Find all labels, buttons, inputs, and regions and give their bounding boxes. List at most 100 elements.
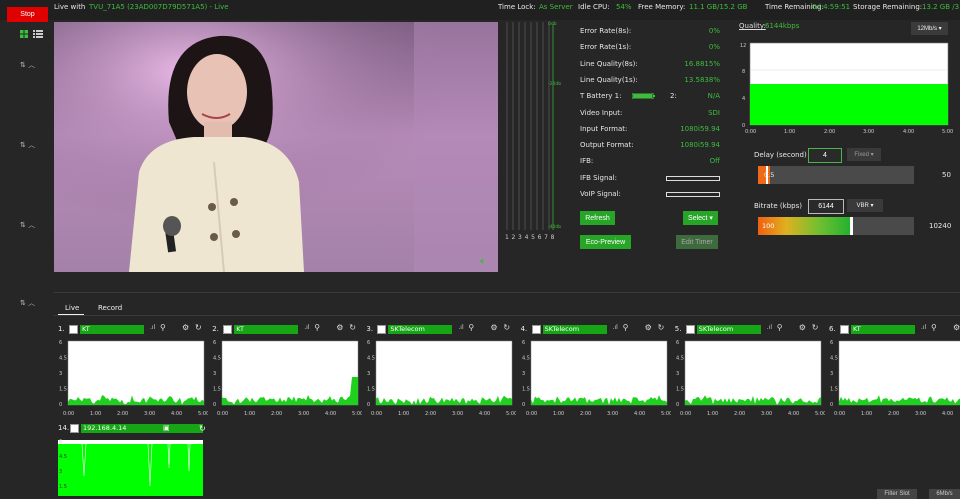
delay-mode-dropdown[interactable]: Fixed ▾ — [847, 148, 881, 161]
gear-icon[interactable]: ⚙ — [336, 323, 343, 332]
slot-checkbox[interactable] — [840, 325, 849, 334]
gear-icon[interactable]: ⚙ — [490, 323, 497, 332]
slot-checkbox[interactable] — [377, 325, 387, 334]
stat-extra: 2: — [670, 92, 677, 101]
refresh-icon[interactable]: ↻ — [503, 323, 510, 332]
stat-label: IFB Signal: — [580, 173, 617, 182]
slot-y-tick: 4.5 — [676, 356, 684, 362]
slot14-y-tick: 1.5 — [59, 484, 67, 490]
slot-x-tick: 4:00 — [788, 411, 799, 417]
row-controls-1[interactable]: ⇅ ︿ — [20, 60, 35, 70]
slot-y-tick: 4.5 — [59, 356, 67, 362]
slot-carrier-label: SKTelecom — [696, 325, 761, 334]
slot-remote-icon[interactable]: ▣ — [163, 424, 170, 432]
refresh-icon[interactable]: ↻ — [349, 323, 356, 332]
refresh-icon[interactable]: ↻ — [195, 323, 202, 332]
slot-x-tick: 3:00 — [144, 411, 155, 417]
slot-y-tick: 3 — [367, 371, 370, 377]
slot-y-tick: 6 — [676, 340, 679, 346]
slot-y-tick: 0 — [213, 402, 216, 408]
slot-chart: 64.531.500:001:002:003:004:005:00 — [522, 340, 671, 417]
slot-checkbox[interactable] — [69, 325, 78, 334]
gear-icon[interactable]: ⚙ — [799, 323, 806, 332]
slot-x-tick: 1:00 — [90, 411, 101, 417]
slot-checkbox[interactable] — [531, 325, 541, 334]
row-controls-4[interactable]: ⇅ ︿ — [20, 298, 35, 308]
refresh-icon[interactable]: ↻ — [812, 323, 819, 332]
slot-y-tick: 4.5 — [830, 356, 838, 362]
section-divider — [54, 292, 960, 293]
slot-card: 6.KT.ıl⚲⚙↻64.531.500:001:002:003:004:005… — [829, 323, 960, 417]
stat-label: IFB: — [580, 157, 594, 166]
slot-number: 2. — [212, 325, 219, 333]
slot-x-tick: 4:00 — [634, 411, 645, 417]
slot-y-tick: 1.5 — [676, 387, 684, 393]
delay-input[interactable] — [808, 148, 842, 163]
row-controls-2[interactable]: ⇅ ︿ — [20, 140, 35, 150]
quality-chart: 12 8 4 0 0:00 1:00 2:00 3:00 4:00 5:00 — [740, 42, 953, 135]
edit-timer-button[interactable]: Edit Timer — [676, 235, 718, 249]
gear-icon[interactable]: ⚙ — [645, 323, 652, 332]
tab-record[interactable]: Record — [98, 304, 122, 312]
antenna-icon: ⚲ — [314, 323, 321, 332]
slot-checkbox[interactable] — [685, 325, 695, 334]
eco-preview-button[interactable]: Eco-Preview — [580, 235, 631, 249]
stat-label: Line Quality(1s): — [580, 75, 638, 84]
quality-label: Quality: — [739, 22, 766, 30]
stat-label: T Battery 1: — [580, 92, 622, 101]
slot-number: 6. — [829, 325, 836, 333]
bitrate-mode-dropdown[interactable]: VBR ▾ — [847, 199, 883, 212]
refresh-button[interactable]: Refresh — [580, 211, 615, 225]
slot-x-tick: 3:00 — [761, 411, 772, 417]
gear-icon[interactable]: ⚙ — [182, 323, 189, 332]
free-memory-label: Free Memory: — [638, 3, 686, 11]
slot-x-tick: 2:00 — [117, 411, 128, 417]
slot-y-tick: 4.5 — [213, 356, 221, 362]
antenna-icon: ⚲ — [160, 323, 166, 332]
grid-view-icon[interactable] — [20, 30, 28, 40]
select-button[interactable]: Select ▾ — [683, 211, 718, 225]
bitrate-label: Bitrate (kbps) — [754, 202, 802, 210]
time-remaining-value: 0d 4:59:51 — [812, 3, 851, 11]
slot-y-tick: 3 — [830, 371, 833, 377]
stat-value: N/A — [707, 92, 720, 101]
quality-y-tick: 8 — [742, 69, 745, 75]
meter-scale-mid: -20db — [548, 82, 562, 87]
slot-chart: 64.531.500:001:002:003:004:005:00 — [676, 340, 825, 417]
slot-x-tick: 5:00 — [506, 411, 516, 417]
slot-y-tick: 3 — [59, 371, 62, 377]
slot-carrier-label: KT — [80, 325, 144, 334]
delay-slider[interactable]: 0.5 — [758, 166, 914, 184]
gear-icon[interactable]: ⚙ — [953, 323, 960, 332]
slot-x-tick: 5:00 — [198, 411, 208, 417]
antenna-icon: ⚲ — [931, 323, 937, 332]
refresh-icon[interactable]: ↻ — [658, 323, 665, 332]
slot-refresh-icon[interactable]: ↻ — [199, 424, 206, 433]
voip-signal-bar — [666, 192, 720, 197]
signal-strength-icon: .ıl — [921, 324, 927, 331]
tab-live[interactable]: Live — [65, 304, 79, 312]
list-view-icon[interactable] — [33, 30, 43, 40]
slot-checkbox[interactable] — [223, 325, 233, 334]
bitrate-input[interactable] — [808, 199, 844, 214]
signal-strength-icon: .ıl — [150, 324, 156, 331]
speaker-mute-icon[interactable]: 🔈︎ — [480, 256, 486, 267]
slot-carrier-label: SKTelecom — [388, 325, 453, 334]
slot-carrier-label: KT — [851, 325, 915, 334]
stat-value: 13.5838% — [684, 75, 720, 84]
slot-number: 5. — [674, 325, 682, 333]
video-preview[interactable] — [54, 22, 498, 272]
rate-dropdown[interactable]: 6Mb/s — [929, 489, 960, 499]
stop-button[interactable]: Stop — [7, 7, 48, 22]
slot-chart: 64.531.500:001:002:003:004:005:00 — [830, 340, 960, 417]
live-with-label: Live with — [54, 3, 86, 11]
filter-slot-button[interactable]: Filter Slot — [877, 489, 917, 499]
quality-y-tick: 4 — [742, 96, 745, 102]
slot-checkbox[interactable] — [70, 424, 79, 433]
bitrate-slider[interactable]: 100 — [758, 217, 914, 235]
quality-rate-dropdown[interactable]: 12Mb/s ▾ — [911, 22, 948, 35]
slot14-y-tick: 4.5 — [59, 454, 67, 460]
slot-y-tick: 4.5 — [522, 356, 530, 362]
row-controls-3[interactable]: ⇅ ︿ — [20, 220, 35, 230]
storage-value: 13.2 GB /3 — [922, 3, 960, 11]
